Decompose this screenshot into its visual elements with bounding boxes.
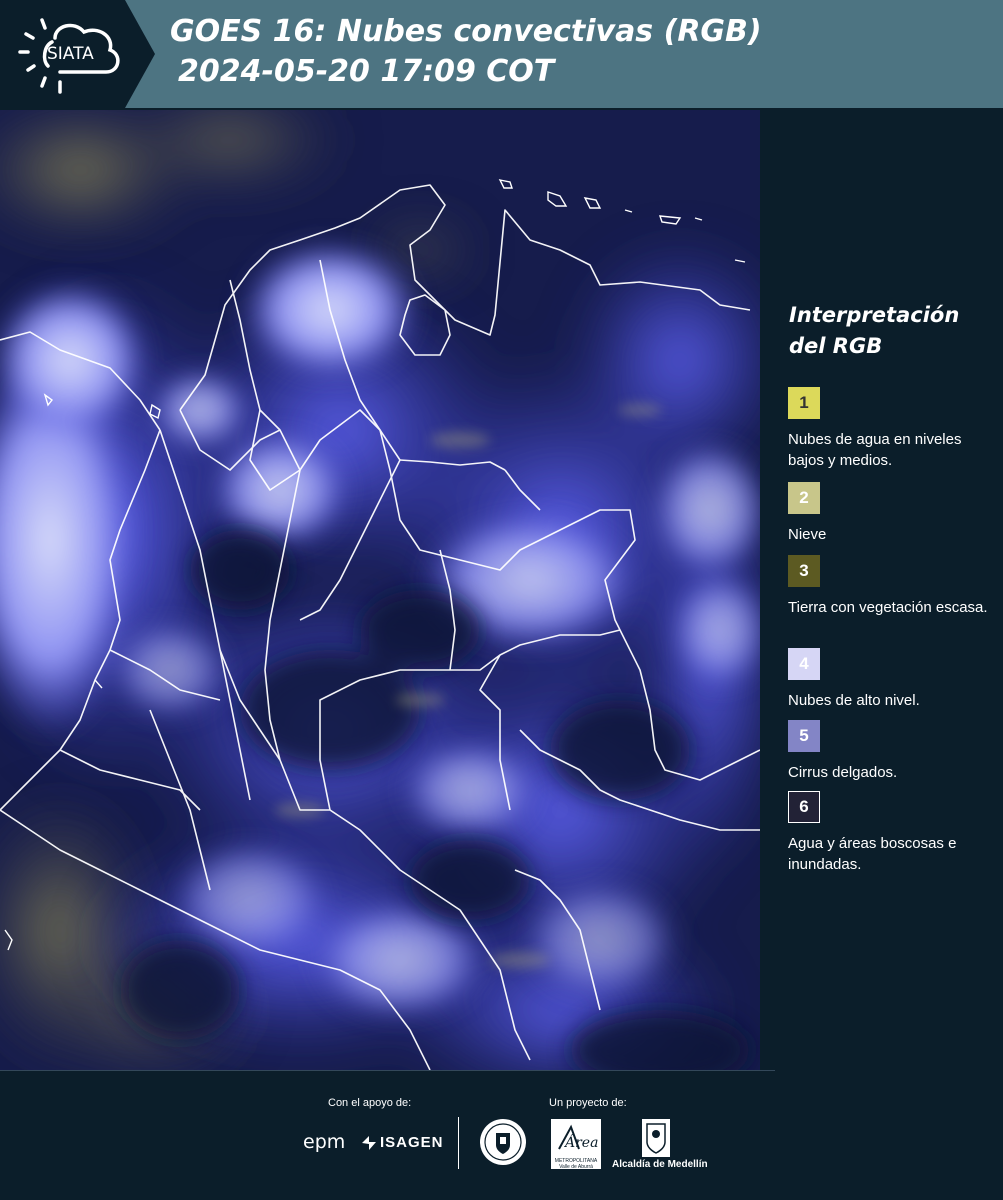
satellite-image: [0, 110, 760, 1070]
satellite-rgb-image: [0, 110, 760, 1070]
alcaldia-text: Alcaldía de Medellín: [612, 1159, 708, 1170]
epm-logo: epm: [303, 1131, 346, 1153]
legend-label-5: Cirrus delgados.: [788, 764, 898, 781]
area-small-text: METROPOLITANA Valle de Aburrá: [554, 1158, 598, 1170]
legend-label-4: Nubes de alto nivel.: [788, 692, 920, 709]
support-label: Con el apoyo de:: [328, 1097, 412, 1109]
legend-label-6: Agua y áreas boscosas e inundadas.: [788, 835, 957, 873]
legend-swatch-6: 6: [788, 791, 820, 823]
logo-block: SIATA: [0, 0, 155, 108]
legend-swatch-5: 5: [788, 720, 820, 752]
legend-swatch-4: 4: [788, 648, 820, 680]
legend-label-2: Nieve: [788, 526, 827, 543]
footer-vertical-divider: [458, 1117, 459, 1169]
alcaldia-shield-icon: [642, 1119, 670, 1157]
page-title: GOES 16: Nubes convectivas (RGB): [170, 14, 762, 49]
university-seal-icon: [480, 1119, 526, 1165]
area-logo-text: Área: [563, 1133, 598, 1151]
legend-label-3: Tierra con vegetación escasa.: [788, 599, 988, 616]
isagen-logo: ISAGEN: [380, 1134, 444, 1151]
legend-title: Interpretación del RGB: [789, 303, 960, 358]
legend-swatch-2: 2: [788, 482, 820, 514]
header-bar: SIATA GOES 16: Nubes convectivas (RGB) 2…: [0, 0, 1003, 108]
project-label: Un proyecto de:: [549, 1097, 627, 1109]
logo-text: SIATA: [47, 44, 94, 64]
isagen-mark-icon: [362, 1136, 376, 1150]
legend-item-2: 2 Nieve: [788, 482, 988, 545]
legend-item-1: 1 Nubes de agua en niveles bajos y medio…: [788, 387, 988, 471]
legend-item-6: 6 Agua y áreas boscosas e inundadas.: [788, 791, 988, 875]
legend-item-4: 4 Nubes de alto nivel.: [788, 648, 988, 711]
legend-item-3: 3 Tierra con vegetación escasa.: [788, 555, 988, 618]
legend-item-5: 5 Cirrus delgados.: [788, 720, 988, 783]
legend-label-1: Nubes de agua en niveles bajos y medios.: [788, 431, 962, 469]
legend-swatch-3: 3: [788, 555, 820, 587]
footer-divider-line: [0, 1070, 775, 1071]
legend-swatch-1: 1: [788, 387, 820, 419]
page-timestamp: 2024-05-20 17:09 COT: [178, 54, 555, 89]
